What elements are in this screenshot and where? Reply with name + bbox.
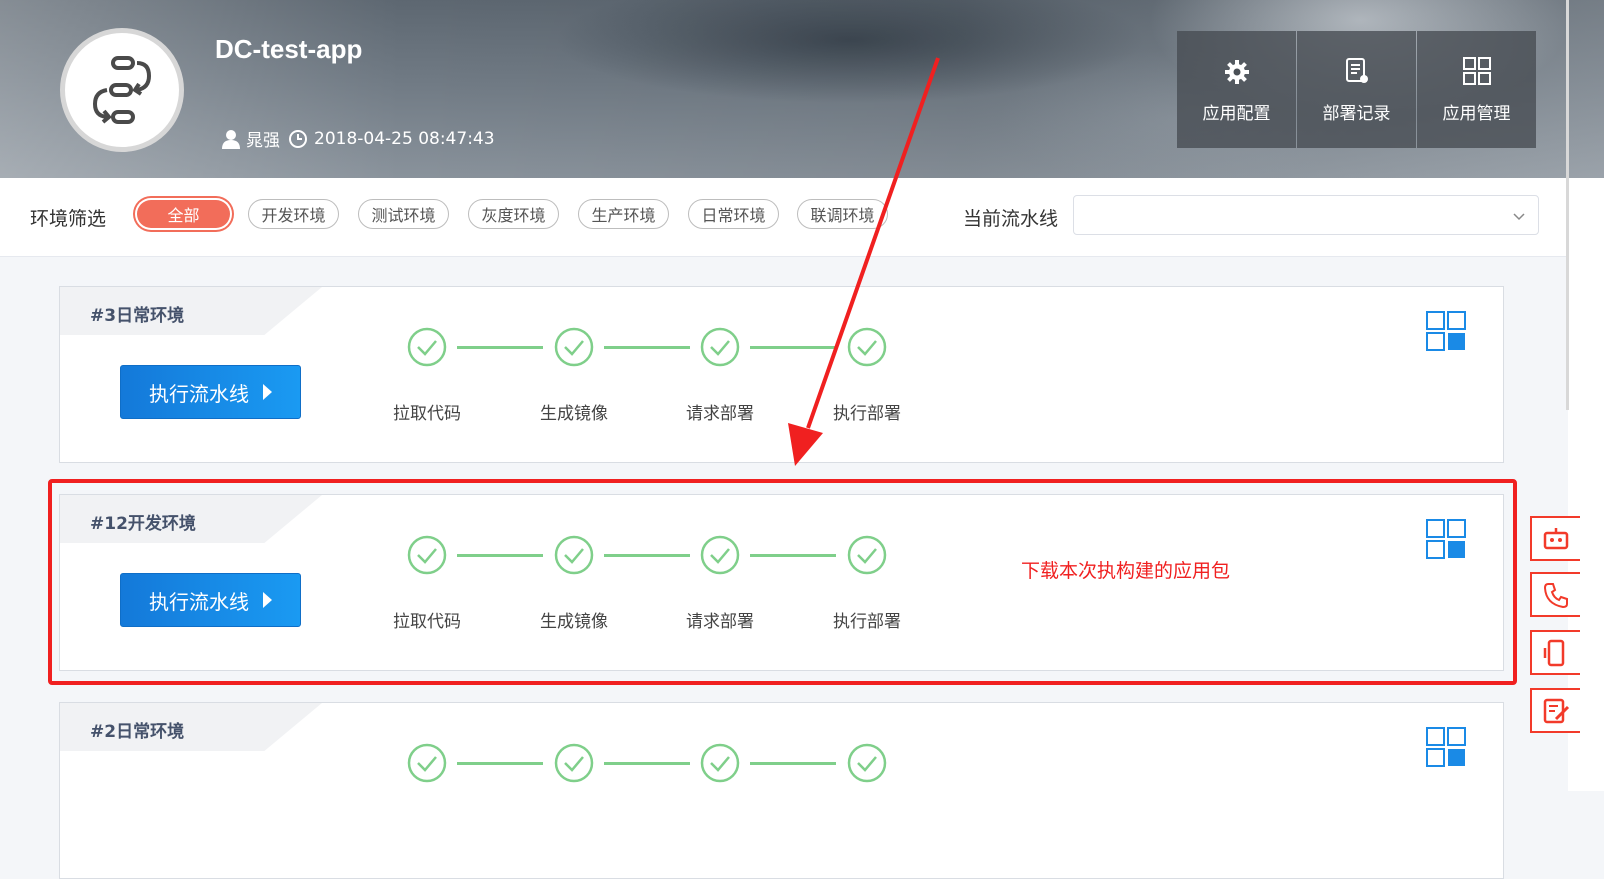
check-circle-icon: [700, 743, 740, 783]
check-circle-icon: [554, 327, 594, 367]
mobile-icon: [1543, 639, 1565, 666]
check-circle-icon: [554, 743, 594, 783]
filter-chip-joint[interactable]: 联调环境: [797, 199, 888, 229]
check-circle-icon: [407, 327, 447, 367]
grid-view-icon[interactable]: [1426, 727, 1466, 767]
user-icon: [222, 129, 240, 149]
filter-chip-gray[interactable]: 灰度环境: [468, 199, 559, 229]
grid-icon: [1462, 55, 1491, 85]
filter-label: 环境筛选: [30, 208, 107, 230]
check-circle-icon: [847, 743, 887, 783]
run-pipeline-label: 执行流水线: [149, 381, 249, 406]
app-meta: 晁强 2018-04-25 08:47:43: [222, 126, 503, 151]
app-manage-label: 应用管理: [1442, 104, 1511, 124]
document-list-icon: [1345, 55, 1369, 85]
header-actions: 应用配置 部署记录 应用管理: [1177, 31, 1537, 148]
pipeline-card: #3日常环境 执行流水线 拉取代码 生成镜像 请求部署 执行部署: [59, 286, 1504, 463]
grid-view-icon[interactable]: [1426, 311, 1466, 351]
deploy-record-button[interactable]: 部署记录: [1297, 31, 1416, 148]
gear-icon: [1224, 55, 1250, 85]
chevron-down-icon: [1512, 208, 1526, 227]
stage-connector: [457, 762, 543, 765]
phone-icon: [1543, 582, 1568, 608]
stage-label: 请求部署: [686, 404, 754, 424]
robot-icon: [1543, 527, 1569, 549]
pipeline-label: 当前流水线: [963, 208, 1059, 230]
app-manage-button[interactable]: 应用管理: [1417, 31, 1536, 148]
pipeline-logo-icon: [92, 56, 152, 124]
phone-support-button[interactable]: [1530, 572, 1580, 617]
app-logo: [60, 28, 184, 152]
edit-icon: [1543, 698, 1570, 723]
play-icon: [263, 384, 272, 400]
card-title: #2日常环境: [90, 722, 185, 742]
annotation-text: 下载本次执构建的应用包: [1021, 560, 1231, 582]
environment-filter-bar: 环境筛选 全部 开发环境 测试环境 灰度环境 生产环境 日常环境 联调环境 当前…: [0, 178, 1568, 257]
check-circle-icon: [847, 327, 887, 367]
pipeline-select[interactable]: [1073, 195, 1539, 235]
app-header: DC-test-app 晁强 2018-04-25 08:47:43 应用配置 …: [0, 0, 1604, 180]
card-title: #3日常环境: [90, 306, 185, 326]
clock-icon: [288, 129, 308, 149]
stage-connector: [457, 346, 543, 349]
deploy-record-label: 部署记录: [1322, 104, 1391, 124]
stage-label: 执行部署: [833, 404, 901, 424]
highlight-box: [48, 479, 1517, 685]
app-config-label: 应用配置: [1202, 104, 1271, 124]
stage-connector: [750, 762, 836, 765]
robot-assistant-button[interactable]: [1530, 516, 1580, 561]
feedback-button[interactable]: [1530, 688, 1580, 733]
run-pipeline-button[interactable]: 执行流水线: [120, 365, 301, 419]
filter-chip-all[interactable]: 全部: [137, 200, 230, 228]
stage-connector: [604, 346, 690, 349]
filter-chip-prod[interactable]: 生产环境: [578, 199, 669, 229]
filter-chip-test[interactable]: 测试环境: [358, 199, 449, 229]
app-owner: 晁强: [246, 131, 280, 151]
app-config-button[interactable]: 应用配置: [1177, 31, 1296, 148]
filter-chip-daily[interactable]: 日常环境: [688, 199, 779, 229]
stage-connector: [604, 762, 690, 765]
stage-label: 生成镜像: [540, 404, 608, 424]
check-circle-icon: [407, 743, 447, 783]
mobile-button[interactable]: [1530, 630, 1580, 675]
scrollbar-thumb[interactable]: [1566, 0, 1569, 410]
stage-label: 拉取代码: [393, 404, 461, 424]
app-title: DC-test-app: [215, 34, 363, 64]
app-created-at: 2018-04-25 08:47:43: [314, 128, 495, 149]
stage-connector: [750, 346, 836, 349]
filter-chip-dev[interactable]: 开发环境: [248, 199, 339, 229]
check-circle-icon: [700, 327, 740, 367]
